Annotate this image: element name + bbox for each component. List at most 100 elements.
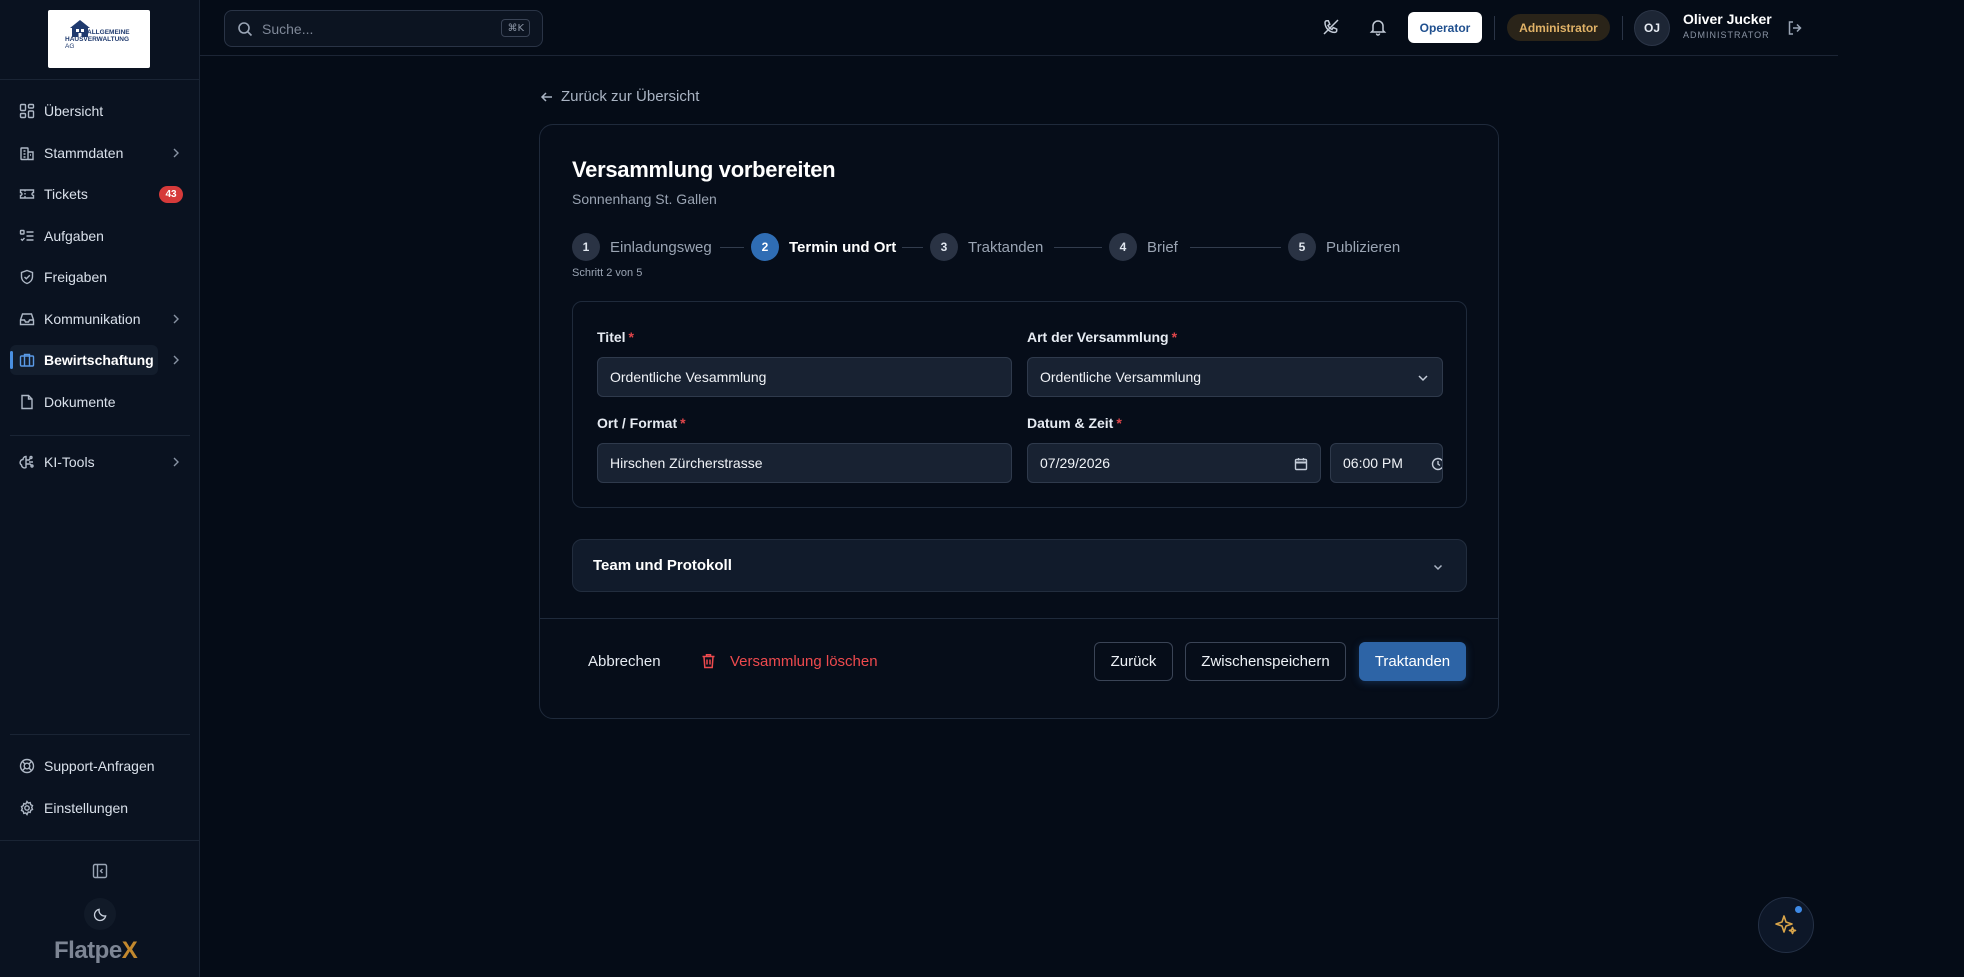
collapse-sidebar-button[interactable] (88, 859, 112, 883)
task-list-icon (19, 229, 34, 242)
chevron-down-icon (1433, 564, 1443, 571)
sidebar-item-label: KI-Tools (44, 454, 95, 470)
avatar[interactable]: OJ (1634, 10, 1670, 46)
sidebar-item-label: Übersicht (44, 103, 104, 119)
property-subtitle: Sonnenhang St. Gallen (572, 191, 717, 207)
step-connector (720, 247, 744, 248)
inbox-icon (19, 313, 35, 326)
user-name: Oliver Jucker (1683, 11, 1772, 27)
required-marker: * (628, 329, 634, 345)
step-connector (1190, 247, 1281, 248)
sidebar-item-label: Dokumente (44, 394, 116, 410)
back-button[interactable]: Zurück (1094, 642, 1173, 681)
search-input[interactable]: Suche... ⌘K (224, 10, 543, 47)
logo-line-1: ALLGEMEINE (87, 29, 130, 36)
team-protocol-accordion[interactable]: Team und Protokoll (572, 539, 1467, 592)
sidebar-item-freigaben[interactable]: Freigaben (10, 262, 193, 292)
location-input-value: Hirschen Zürcherstrasse (610, 455, 763, 471)
brand-accent: X (121, 937, 138, 964)
required-marker: * (1116, 415, 1122, 431)
delete-assembly-button[interactable]: Versammlung löschen (701, 642, 878, 680)
sidebar-item-label: Aufgaben (44, 228, 104, 244)
step-connector (1054, 247, 1102, 248)
logout-icon[interactable] (1786, 19, 1804, 37)
step-brief[interactable]: 4 Brief (1109, 233, 1178, 261)
step-number: 1 (572, 233, 600, 261)
datetime-field-label: Datum & Zeit * (1027, 415, 1122, 431)
title-input-value: Ordentliche Vesammlung (610, 369, 767, 385)
sidebar-item-label: Einstellungen (44, 800, 129, 816)
step-traktanden[interactable]: 3 Traktanden (930, 233, 1043, 261)
date-input[interactable]: 07/29/2026 (1027, 443, 1321, 483)
sidebar-item-label: Support-Anfragen (44, 758, 155, 774)
brand-main: Flatpe (54, 937, 122, 964)
label-text: Art der Versammlung (1027, 329, 1169, 345)
ai-status-dot (1795, 906, 1802, 913)
sidebar-item-label: Tickets (44, 186, 88, 202)
page-title: Versammlung vorbereiten (572, 157, 836, 182)
assembly-type-value: Ordentliche Versammlung (1040, 369, 1202, 385)
step-einladungsweg[interactable]: 1 Einladungsweg (572, 233, 712, 261)
next-traktanden-button[interactable]: Traktanden (1359, 642, 1466, 681)
location-input[interactable]: Hirschen Zürcherstrasse (597, 443, 1012, 483)
search-shortcut-hint: ⌘K (501, 19, 530, 37)
logo-line-2: HAUSVERWALTUNG (65, 36, 130, 43)
topbar: Suche... ⌘K Operator Administrator OJ Ol… (200, 0, 1838, 56)
assembly-type-select[interactable]: Ordentliche Versammlung (1027, 357, 1443, 397)
save-draft-button[interactable]: Zwischenspeichern (1185, 642, 1346, 681)
label-text: Ort / Format (597, 415, 678, 431)
date-input-value: 07/29/2026 (1040, 455, 1111, 471)
sidebar-item-dokumente[interactable]: Dokumente (10, 387, 193, 417)
assembly-wizard-card: Versammlung vorbereiten Sonnenhang St. G… (539, 124, 1499, 719)
time-input[interactable]: 06:00 PM (1330, 443, 1443, 483)
step-number: 4 (1109, 233, 1137, 261)
chevron-down-icon (1418, 375, 1428, 382)
title-input[interactable]: Ordentliche Vesammlung (597, 357, 1012, 397)
sidebar-item-tickets[interactable]: Tickets 43 (10, 179, 193, 209)
calendar-icon[interactable] (1294, 457, 1308, 471)
step-connector (902, 247, 923, 248)
ticket-icon (19, 189, 35, 199)
clock-icon[interactable] (1431, 457, 1443, 471)
lifebuoy-icon (19, 758, 35, 774)
time-input-value: 06:00 PM (1343, 455, 1403, 471)
sidebar-item-ki-tools[interactable]: KI-Tools (10, 447, 193, 477)
phone-off-button[interactable] (1320, 16, 1342, 38)
company-logo[interactable]: ALLGEMEINE HAUSVERWALTUNG AG (48, 10, 150, 68)
sidebar-item-bewirtschaftung[interactable]: Bewirtschaftung (10, 345, 179, 375)
theme-toggle-button[interactable] (84, 898, 116, 930)
sidebar-item-support[interactable]: Support-Anfragen (10, 751, 193, 781)
cancel-button[interactable]: Abbrechen (588, 642, 661, 680)
sidebar-item-uebersicht[interactable]: Übersicht (10, 96, 193, 126)
sidebar-item-kommunikation[interactable]: Kommunikation (10, 304, 193, 334)
step-counter: Schritt 2 von 5 (572, 267, 643, 279)
sidebar-divider (10, 435, 190, 436)
operator-button[interactable]: Operator (1408, 12, 1482, 43)
label-text: Datum & Zeit (1027, 415, 1114, 431)
phone-off-icon (1323, 19, 1339, 35)
sidebar-item-aufgaben[interactable]: Aufgaben (10, 221, 193, 251)
step-publizieren[interactable]: 5 Publizieren (1288, 233, 1400, 261)
step-label: Publizieren (1326, 238, 1401, 256)
building-icon (20, 147, 34, 161)
back-to-overview-link[interactable]: Zurück zur Übersicht (540, 88, 699, 105)
notifications-button[interactable] (1367, 16, 1389, 38)
topbar-divider (1494, 16, 1495, 40)
label-text: Titel (597, 329, 626, 345)
required-marker: * (1171, 329, 1178, 345)
sidebar-item-einstellungen[interactable]: Einstellungen (10, 793, 193, 823)
location-field-label: Ort / Format * (597, 415, 686, 431)
tickets-count-badge: 43 (159, 186, 183, 203)
brain-icon (19, 455, 34, 469)
step-termin-und-ort[interactable]: 2 Termin und Ort (751, 233, 896, 261)
delete-button-label: Versammlung löschen (730, 652, 878, 670)
ai-assistant-button[interactable] (1758, 897, 1814, 953)
role-badge[interactable]: Administrator (1507, 14, 1610, 41)
briefcase-icon (19, 353, 35, 367)
search-icon (238, 21, 253, 36)
sidebar-item-stammdaten[interactable]: Stammdaten (10, 138, 193, 168)
moon-icon (93, 908, 106, 921)
bell-icon (1369, 20, 1387, 36)
step-label: Einladungsweg (610, 238, 712, 256)
topbar-divider (1622, 16, 1623, 40)
